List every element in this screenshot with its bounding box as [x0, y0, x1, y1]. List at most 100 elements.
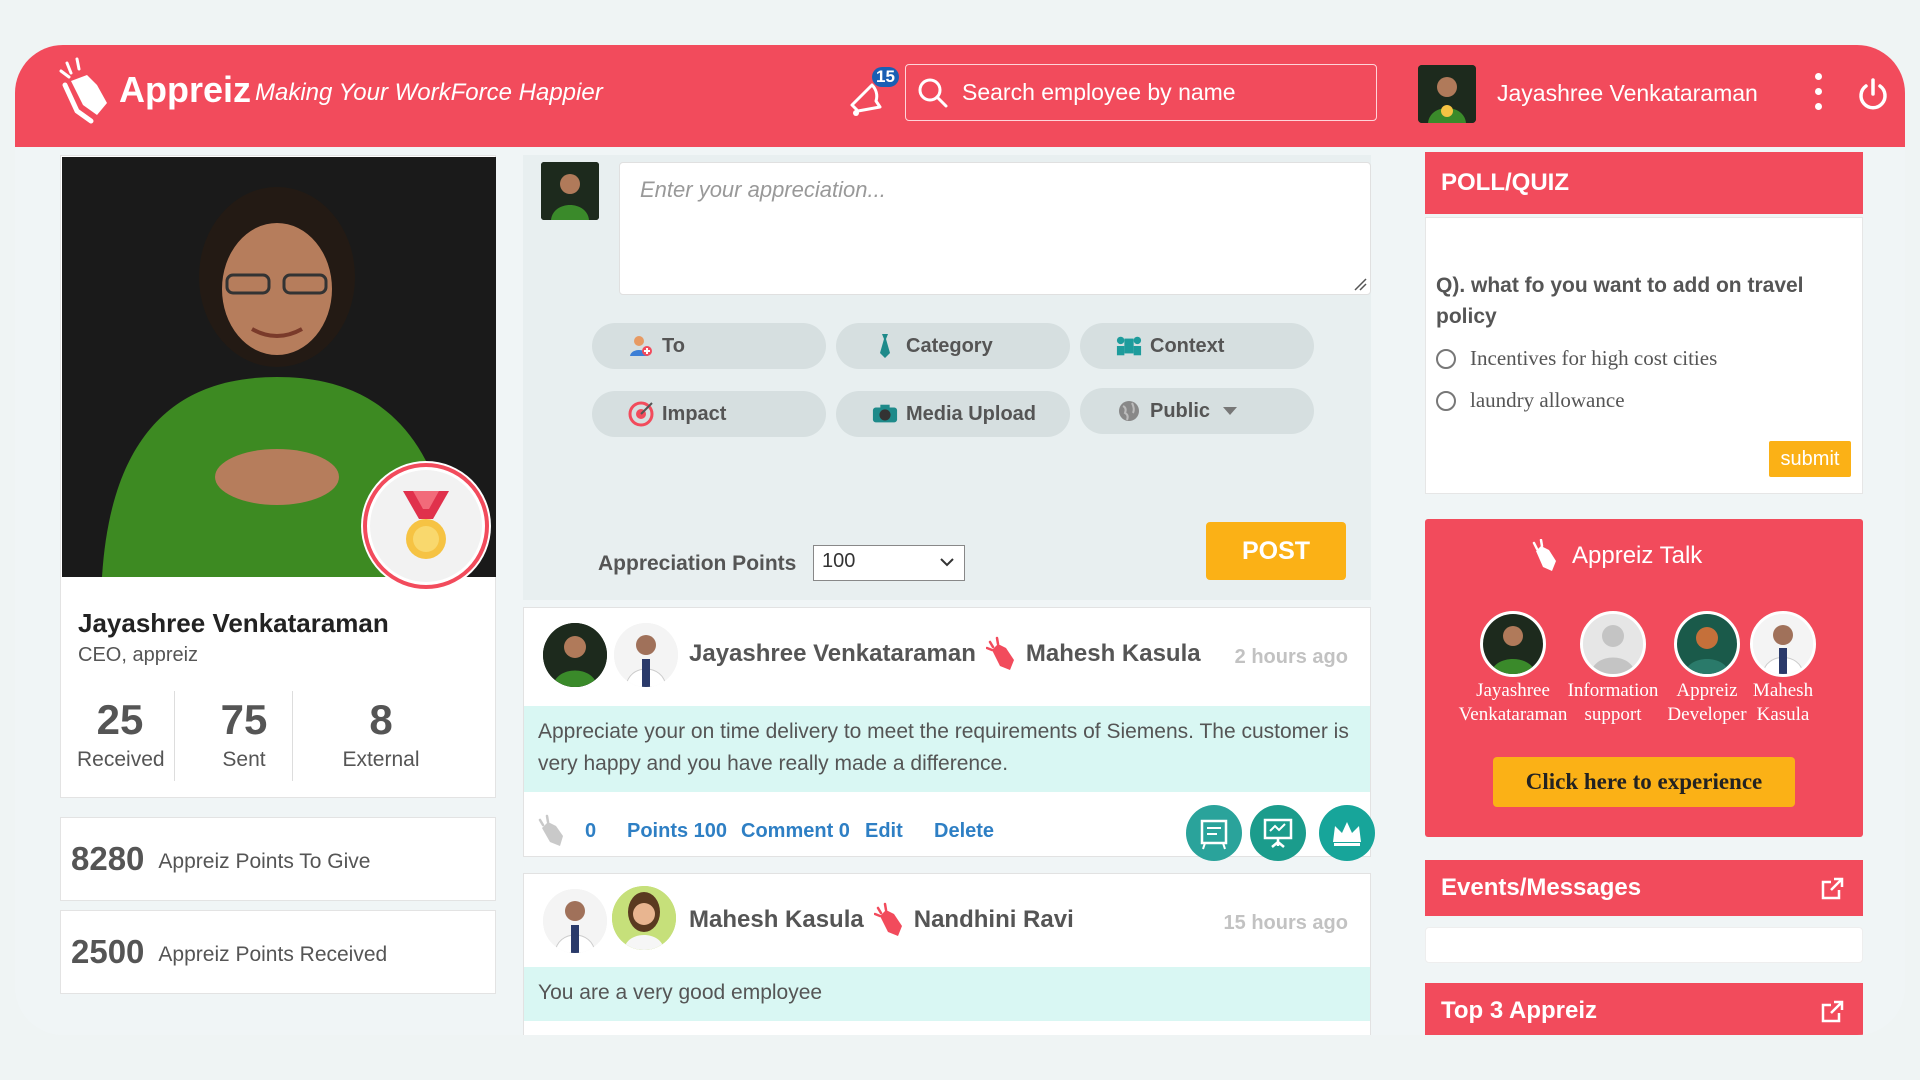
poll-option[interactable]: Incentives for high cost cities [1436, 346, 1717, 371]
notification-count-badge: 15 [872, 67, 899, 87]
composer-avatar [541, 162, 599, 220]
user-avatar[interactable] [1418, 65, 1476, 123]
appreciation-placeholder: Enter your appreciation... [619, 162, 1371, 295]
appreciation-textarea[interactable]: Enter your appreciation... [619, 162, 1371, 295]
talk-member-name-line2: Kasula [1756, 704, 1810, 725]
user-avatar-image [1418, 65, 1476, 123]
poll-option[interactable]: laundry allowance [1436, 388, 1625, 413]
poll-header: POLL/QUIZ [1425, 152, 1863, 214]
medal-badge-icon [363, 463, 489, 589]
talk-member-name-line1: Appreiz [1676, 680, 1738, 701]
receiver-name[interactable]: Nandhini Ravi [914, 906, 1074, 934]
external-link-icon[interactable] [1819, 876, 1845, 902]
stat-external-value: 8 [369, 696, 393, 743]
app-logo[interactable]: Appreiz [57, 55, 251, 125]
events-messages-title: Events/Messages [1441, 874, 1642, 901]
stat-sent-label: Sent [222, 748, 266, 771]
post-timestamp: 15 hours ago [1223, 912, 1348, 934]
clap-icon [873, 902, 902, 936]
add-user-icon [628, 333, 654, 359]
talk-member[interactable]: Mahesh Kasula [1745, 611, 1821, 727]
top3-header[interactable]: Top 3 Appreiz [1425, 983, 1863, 1035]
employee-search-input[interactable]: Search employee by name [905, 64, 1377, 121]
points-link[interactable]: Points 100 [627, 820, 727, 843]
talk-member[interactable]: Jayashree Venkataraman [1453, 611, 1573, 727]
points-to-give-value: 8280 [71, 840, 145, 877]
tie-icon [872, 333, 898, 359]
impact-button[interactable]: Impact [592, 391, 826, 437]
search-icon [918, 78, 948, 107]
stat-sent-value: 75 [220, 696, 268, 743]
poll-submit-button[interactable]: submit [1769, 441, 1851, 477]
media-upload-button[interactable]: Media Upload [836, 391, 1070, 437]
points-received-label: Appreiz Points Received [158, 943, 388, 966]
to-button[interactable]: To [592, 323, 826, 369]
radio-button[interactable] [1436, 348, 1456, 369]
profile-card: Jayashree Venkataraman CEO, appreiz 25 R… [60, 155, 496, 798]
talk-member[interactable]: Information support [1563, 611, 1663, 727]
talk-member-name-line1: Jayashree [1476, 680, 1550, 701]
sender-name[interactable]: Jayashree Venkataraman [689, 640, 976, 668]
sender-name[interactable]: Mahesh Kasula [689, 906, 864, 934]
talk-member[interactable]: Appreiz Developer [1659, 611, 1755, 727]
to-label: To [662, 334, 685, 357]
talk-member-name-line1: Information [1567, 680, 1659, 701]
receiver-avatar[interactable] [614, 623, 678, 687]
app-window: Appreiz Making Your WorkForce Happier 15… [15, 45, 1905, 1035]
header-user-name[interactable]: Jayashree Venkataraman [1497, 80, 1758, 107]
post-timestamp: 2 hours ago [1234, 646, 1348, 668]
feed-post-header: Jayashree Venkataraman Mahesh Kasula 2 h… [524, 608, 1370, 706]
appreiz-talk-title-text: Appreiz Talk [1572, 542, 1703, 569]
talk-member-name-line1: Mahesh [1752, 680, 1814, 701]
resize-handle-icon[interactable] [1353, 277, 1367, 291]
notifications-button[interactable]: 15 [842, 67, 899, 123]
clap-count[interactable]: 0 [585, 820, 596, 843]
talk-member-name-line2: Developer [1667, 704, 1747, 725]
post-button[interactable]: POST [1206, 522, 1346, 580]
team-icon [1116, 333, 1142, 359]
stat-external[interactable]: 8 External [331, 696, 431, 772]
presentation-badge-icon[interactable] [1250, 805, 1306, 861]
events-messages-panel [1425, 927, 1863, 963]
poll-option-label: laundry allowance [1470, 388, 1625, 412]
radio-button[interactable] [1436, 390, 1456, 411]
crown-badge-icon[interactable] [1319, 805, 1375, 861]
stat-sent[interactable]: 75 Sent [201, 696, 287, 772]
talk-member-avatar [1580, 611, 1646, 677]
stat-external-label: External [342, 748, 420, 771]
power-icon[interactable] [1855, 77, 1891, 113]
chevron-down-icon [1223, 407, 1238, 415]
stat-received[interactable]: 25 Received [77, 696, 165, 772]
more-options-icon[interactable] [1815, 73, 1825, 121]
feed-post-title: Mahesh Kasula Nandhini Ravi [689, 902, 1074, 938]
post-message: You are a very good employee [524, 967, 1370, 1021]
appreciation-points-value: 100 [822, 550, 856, 572]
events-messages-header[interactable]: Events/Messages [1425, 860, 1863, 916]
award-badge-icon[interactable] [1186, 805, 1242, 861]
sender-avatar[interactable] [543, 623, 607, 687]
impact-label: Impact [662, 402, 727, 425]
context-button[interactable]: Context [1080, 323, 1314, 369]
external-link-icon[interactable] [1819, 999, 1845, 1025]
experience-cta-button[interactable]: Click here to experience [1493, 757, 1795, 807]
visibility-dropdown[interactable]: Public [1080, 388, 1314, 434]
edit-link[interactable]: Edit [865, 820, 903, 843]
talk-member-avatar [1674, 611, 1740, 677]
camera-icon [872, 401, 898, 427]
category-label: Category [906, 334, 993, 357]
sender-avatar[interactable] [543, 889, 607, 953]
top3-title: Top 3 Appreiz [1441, 997, 1597, 1024]
points-to-give-box: 8280 Appreiz Points To Give [60, 817, 496, 901]
receiver-avatar[interactable] [612, 886, 676, 950]
delete-link[interactable]: Delete [934, 820, 994, 843]
poll-question: Q). what fo you want to add on travel po… [1436, 274, 1804, 328]
talk-member-name-line2: Venkataraman [1458, 704, 1568, 725]
receiver-name[interactable]: Mahesh Kasula [1026, 640, 1201, 668]
category-button[interactable]: Category [836, 323, 1070, 369]
appreciation-points-select[interactable]: 100 [813, 545, 965, 581]
talk-member-avatar [1750, 611, 1816, 677]
profile-name: Jayashree Venkataraman [78, 608, 389, 638]
comment-link[interactable]: Comment 0 [741, 820, 850, 843]
clap-icon[interactable] [536, 814, 566, 848]
target-icon [628, 401, 654, 427]
